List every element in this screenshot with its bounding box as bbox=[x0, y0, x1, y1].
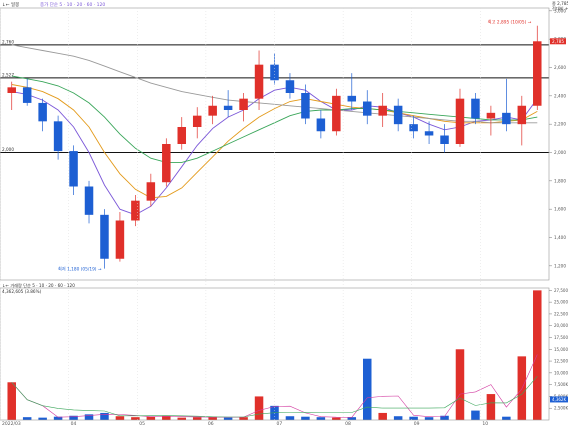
x-tick-label: 2022/03 bbox=[2, 421, 21, 427]
hline-label: 2,760 bbox=[2, 39, 14, 44]
volume-bar bbox=[393, 416, 403, 420]
candle-body bbox=[146, 182, 156, 201]
x-tick-label: 10 bbox=[482, 421, 488, 427]
volume-bar bbox=[146, 416, 156, 420]
volume-tick-label: 2,500K bbox=[554, 406, 568, 411]
price-header: ↓← 일봉 bbox=[2, 1, 19, 8]
candle-body bbox=[332, 95, 341, 132]
price-tick-label: 2,400 bbox=[554, 93, 566, 98]
candle-body bbox=[502, 112, 511, 125]
candle-body bbox=[84, 186, 94, 215]
volume-bar bbox=[115, 416, 125, 420]
price-tick-label: 1,200 bbox=[554, 263, 566, 268]
volume-bar bbox=[502, 416, 511, 420]
candle-body bbox=[424, 131, 434, 136]
candle-body bbox=[69, 151, 78, 187]
candle-body bbox=[22, 87, 32, 103]
candle-body bbox=[486, 112, 496, 119]
candle-body bbox=[301, 93, 310, 119]
max-annotation: 최고 2,895 (10/05) → bbox=[488, 19, 532, 26]
price-tick-label: 1,800 bbox=[554, 178, 566, 183]
last-price-tag-label: 2,785 bbox=[552, 39, 564, 44]
candle-body bbox=[316, 118, 326, 132]
candle-body bbox=[362, 101, 372, 116]
volume-bar bbox=[301, 416, 310, 420]
volume-bar bbox=[254, 396, 264, 420]
candle-body bbox=[100, 214, 109, 259]
candle-body bbox=[533, 41, 542, 106]
volume-bar bbox=[177, 417, 187, 420]
volume-bar bbox=[471, 410, 480, 420]
volume-bar bbox=[424, 417, 434, 420]
volume-bar bbox=[22, 417, 32, 420]
candle-body bbox=[53, 121, 63, 152]
candle-body bbox=[455, 98, 465, 144]
volume-bar bbox=[192, 417, 202, 420]
volume-bar bbox=[131, 417, 140, 420]
candle-body bbox=[223, 105, 233, 110]
x-tick-label: 05 bbox=[139, 421, 145, 427]
candle-body bbox=[378, 105, 387, 116]
volume-bar bbox=[362, 358, 372, 420]
volume-tick-label: 20,000K bbox=[554, 323, 568, 328]
price-tick-label: 1,400 bbox=[554, 235, 566, 240]
volume-bar bbox=[332, 417, 341, 420]
stock-chart: 2022/03 04 05 06 07 08 09 10 1,200 1,400 1,600 1,80… bbox=[0, 0, 568, 428]
volume-bar bbox=[7, 382, 16, 420]
candle-body bbox=[409, 124, 418, 132]
candle-body bbox=[162, 144, 171, 183]
volume-bar bbox=[378, 412, 387, 420]
candle-body bbox=[239, 98, 248, 110]
candle-body bbox=[440, 135, 449, 144]
ma-legend: 종가 단순 5 · 10 · 20 · 60 · 120 bbox=[40, 1, 105, 8]
price-tick-label: 2,200 bbox=[554, 122, 566, 127]
price-tick-label: 1,600 bbox=[554, 207, 566, 212]
candle-body bbox=[131, 200, 140, 221]
volume-bar bbox=[486, 394, 496, 420]
candle-body bbox=[115, 220, 125, 259]
min-annotation: 최저 1,180 (05/19) → bbox=[58, 266, 102, 273]
change-readout: 전대비 +4.36 bbox=[552, 5, 568, 12]
x-tick-label: 09 bbox=[414, 421, 420, 427]
candle-body bbox=[192, 115, 202, 127]
volume-bar bbox=[316, 417, 326, 420]
volume-subheader: 4,362,605 (3.86%) bbox=[2, 289, 42, 294]
volume-tick-label: 15,000K bbox=[554, 347, 568, 352]
x-tick-label: 04 bbox=[71, 421, 77, 427]
volume-tick-label: 22,500K bbox=[554, 311, 568, 316]
volume-bar bbox=[38, 417, 47, 420]
volume-tick-label: 25,000K bbox=[554, 300, 568, 305]
x-tick-label: 06 bbox=[208, 421, 214, 427]
candle-body bbox=[7, 87, 16, 93]
last-volume-tag-label: 4,362K bbox=[552, 397, 566, 402]
candle-body bbox=[208, 105, 217, 116]
price-tick-label: 2,600 bbox=[554, 65, 566, 70]
volume-tick-label: 10,000K bbox=[554, 370, 568, 375]
candle-body bbox=[38, 102, 47, 122]
volume-bar bbox=[100, 412, 109, 420]
candle-body bbox=[285, 80, 295, 93]
candle-body bbox=[177, 127, 187, 144]
volume-tick-label: 7,500K bbox=[554, 382, 568, 387]
candle-body bbox=[517, 105, 527, 125]
volume-tick-label: 27,500K bbox=[554, 288, 568, 293]
volume-bar bbox=[455, 349, 465, 420]
hline-label: 2,000 bbox=[2, 147, 14, 152]
volume-bar bbox=[517, 356, 527, 420]
x-tick-label: 07 bbox=[277, 421, 283, 427]
hline-label: 2,527 bbox=[2, 72, 14, 77]
volume-bar bbox=[285, 416, 295, 420]
volume-bar bbox=[409, 416, 418, 420]
price-tick-label: 2,000 bbox=[554, 150, 566, 155]
volume-bar bbox=[223, 417, 233, 420]
volume-tick-label: 12,500K bbox=[554, 359, 568, 364]
candle-body bbox=[471, 98, 480, 119]
x-tick-label: 08 bbox=[345, 421, 351, 427]
candle-body bbox=[347, 95, 357, 102]
volume-header: ↓← 거래량 단순 5 · 10 · 20 · 60 · 120 bbox=[2, 282, 75, 289]
candle-body bbox=[393, 105, 403, 125]
volume-bar bbox=[239, 417, 248, 420]
volume-tick-label: 17,500K bbox=[554, 335, 568, 340]
candle-body bbox=[254, 64, 264, 99]
